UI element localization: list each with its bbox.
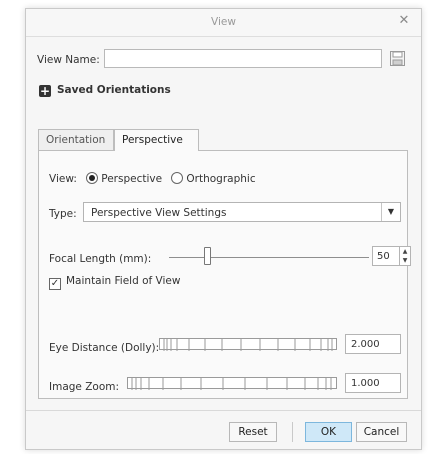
footer-divider <box>292 422 293 442</box>
orthographic-radio[interactable] <box>171 172 184 184</box>
perspective-panel: View: Perspective Orthographic Type: Per… <box>38 150 411 399</box>
focal-length-slider-thumb[interactable] <box>204 247 211 265</box>
ok-button[interactable]: OK <box>305 422 352 442</box>
floppy-disk-icon[interactable] <box>390 51 405 66</box>
focal-length-spinner[interactable]: ▲ ▼ <box>399 246 411 266</box>
type-dropdown-value: Perspective View Settings <box>91 207 227 219</box>
eye-distance-input[interactable]: 2.000 <box>345 334 401 354</box>
dialog-title: View <box>211 16 236 28</box>
perspective-radio-label: Perspective <box>101 173 163 185</box>
close-icon[interactable]: ✕ <box>397 14 411 28</box>
eye-distance-label: Eye Distance (Dolly): <box>49 342 160 354</box>
image-zoom-input[interactable]: 1.000 <box>345 373 401 393</box>
image-zoom-thumbwheel[interactable] <box>127 377 337 390</box>
view-dialog: View ✕ View Name: + Saved Orientations O… <box>25 8 422 450</box>
perspective-radio[interactable] <box>86 172 99 184</box>
eye-distance-thumbwheel[interactable] <box>159 338 337 351</box>
tab-orientation[interactable]: Orientation <box>38 129 114 150</box>
type-label: Type: <box>49 208 77 220</box>
view-name-label: View Name: <box>37 54 100 66</box>
chevron-down-icon[interactable]: ▼ <box>381 203 400 221</box>
view-mode-row: View: Perspective Orthographic <box>49 172 256 185</box>
image-zoom-label: Image Zoom: <box>49 381 120 393</box>
expand-icon[interactable]: + <box>39 85 51 97</box>
maintain-fov-checkbox[interactable]: ✓ <box>49 278 61 290</box>
focal-length-input[interactable]: 50 <box>372 246 401 266</box>
spin-up-icon[interactable]: ▲ <box>400 247 410 256</box>
dialog-titlebar: View ✕ <box>26 9 421 37</box>
tab-perspective[interactable]: Perspective <box>114 129 199 151</box>
focal-length-value: 50 <box>377 251 390 262</box>
spin-down-icon[interactable]: ▼ <box>400 256 410 265</box>
saved-orientations-label: Saved Orientations <box>57 84 171 96</box>
eye-distance-value: 2.000 <box>351 339 380 350</box>
reset-button[interactable]: Reset <box>229 422 277 442</box>
view-name-input[interactable] <box>104 49 382 68</box>
maintain-fov-label: Maintain Field of View <box>66 275 181 287</box>
type-dropdown[interactable]: Perspective View Settings ▼ <box>83 202 401 222</box>
cancel-button[interactable]: Cancel <box>356 422 407 442</box>
view-mode-label: View: <box>49 173 77 185</box>
thumbwheel-ticks <box>163 339 333 351</box>
orthographic-radio-label: Orthographic <box>186 173 256 185</box>
dialog-footer: Reset OK Cancel <box>26 410 421 449</box>
focal-length-label: Focal Length (mm): <box>49 253 152 265</box>
image-zoom-value: 1.000 <box>351 378 380 389</box>
thumbwheel-ticks <box>131 378 332 390</box>
maintain-fov-row[interactable]: ✓ Maintain Field of View <box>49 275 180 290</box>
focal-length-slider-track[interactable] <box>169 257 369 258</box>
